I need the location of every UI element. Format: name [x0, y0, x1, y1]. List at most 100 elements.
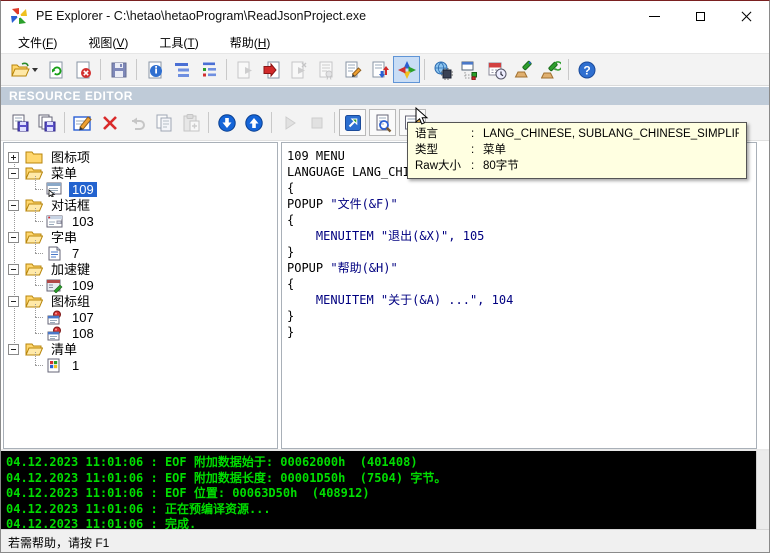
edit-resource-button[interactable]: [69, 109, 96, 136]
import-data-button[interactable]: [258, 56, 285, 83]
play-icon: [280, 113, 300, 133]
tree-item-dialogs[interactable]: 对话框: [4, 197, 277, 213]
tree-joint: [30, 357, 44, 373]
tree-item-accelerator-109[interactable]: 109: [4, 277, 277, 293]
move-down-button[interactable]: [213, 109, 240, 136]
save-file-icon: [109, 60, 129, 80]
tree-joint: [30, 309, 44, 325]
folder-closed-icon: [25, 149, 44, 165]
reload-file-button[interactable]: [42, 56, 69, 83]
paste-button[interactable]: [177, 109, 204, 136]
stop-button[interactable]: [303, 109, 330, 136]
save-all-resources-icon: [37, 113, 57, 133]
save-file-button[interactable]: [105, 56, 132, 83]
collapse-minus-icon[interactable]: [8, 232, 19, 243]
disassembler-icon: [433, 60, 453, 80]
expand-plus-icon[interactable]: [8, 152, 19, 163]
headers-list-button[interactable]: [168, 56, 195, 83]
save-resource-icon: [10, 113, 30, 133]
tree-item-dialog-103[interactable]: 103: [4, 213, 277, 229]
collapse-minus-icon[interactable]: [8, 344, 19, 355]
edit-document-button[interactable]: [339, 56, 366, 83]
log-console[interactable]: 04.12.2023 11:01:06 : EOF 附加数据始于: 000620…: [1, 451, 758, 529]
tree-item-menu-109[interactable]: 109: [4, 181, 277, 197]
menu-file[interactable]: 文件(F): [9, 32, 66, 53]
tree-item-strings[interactable]: 字串: [4, 229, 277, 245]
open-file-button[interactable]: [6, 56, 42, 83]
collapse-minus-icon[interactable]: [8, 264, 19, 275]
certificate-icon: [316, 60, 336, 80]
update-headers-button[interactable]: [366, 56, 393, 83]
code-line: {: [287, 276, 756, 292]
certificate-button[interactable]: [312, 56, 339, 83]
maximize-button[interactable]: [677, 1, 723, 31]
tree-item-accelerators[interactable]: 加速键: [4, 261, 277, 277]
status-text: 若需帮助，请按 F1: [8, 534, 109, 551]
stop-icon: [307, 113, 327, 133]
delete-resource-icon: [100, 113, 120, 133]
tree-item-icon-groups[interactable]: 图标组: [4, 293, 277, 309]
menu-help[interactable]: 帮助(H): [221, 32, 280, 53]
help-button[interactable]: ?: [573, 56, 600, 83]
mouse-cursor: [415, 107, 429, 127]
undo-button[interactable]: [123, 109, 150, 136]
minimize-button[interactable]: [631, 1, 677, 31]
search-resource-button[interactable]: [369, 109, 396, 136]
menu-tools[interactable]: 工具(T): [150, 32, 207, 53]
disassembler-button[interactable]: [429, 56, 456, 83]
resource-tree-panel[interactable]: 图标项 菜单 109: [3, 142, 278, 449]
code-line: POPUP "文件(&F)": [287, 196, 756, 212]
cleaner-rescan-button[interactable]: [537, 56, 564, 83]
dependency-scanner-icon: [460, 60, 480, 80]
collapse-minus-icon[interactable]: [8, 200, 19, 211]
save-all-resources-button[interactable]: [33, 109, 60, 136]
accelerator-resource-icon: [46, 277, 65, 293]
menu-bar: 文件(F) 视图(V) 工具(T) 帮助(H): [1, 31, 769, 53]
collapse-minus-icon[interactable]: [8, 296, 19, 307]
tree-item-manifest-1[interactable]: 1: [4, 357, 277, 373]
resource-viewer-button[interactable]: [393, 56, 420, 83]
tree-item-string-7[interactable]: 7: [4, 245, 277, 261]
file-info-button[interactable]: [141, 56, 168, 83]
resource-list-button[interactable]: [195, 56, 222, 83]
collapse-minus-icon[interactable]: [8, 168, 19, 179]
resource-source-panel[interactable]: 109 MENU LANGUAGE LANG_CHINESE, SUBLANG_…: [281, 142, 757, 449]
resource-editor-header: RESOURCE EDITOR: [1, 87, 769, 105]
log-line: 04.12.2023 11:01:06 : 完成.: [6, 517, 758, 529]
play-button[interactable]: [276, 109, 303, 136]
main-area: 图标项 菜单 109: [1, 142, 769, 450]
dependency-scanner-button[interactable]: [456, 56, 483, 83]
date-time-stamp-button[interactable]: [483, 56, 510, 83]
move-up-icon: [244, 113, 264, 133]
menu-resource-icon: [46, 181, 65, 197]
toolbar-separator: [208, 112, 209, 133]
toolbar-separator: [226, 59, 227, 80]
move-up-button[interactable]: [240, 109, 267, 136]
delete-resource-button[interactable]: [96, 109, 123, 136]
close-file-icon: [73, 60, 93, 80]
headers-list-icon: [172, 60, 192, 80]
expand-view-button[interactable]: [339, 109, 366, 136]
file-info-icon: [145, 60, 165, 80]
code-line: {: [287, 180, 756, 196]
edit-resource-icon: [72, 113, 94, 133]
tree-item-icon-group-107[interactable]: 107: [4, 309, 277, 325]
resource-editor-title: RESOURCE EDITOR: [9, 89, 133, 103]
tree-item-manifest[interactable]: 清单: [4, 341, 277, 357]
close-button[interactable]: [723, 1, 769, 31]
cleaner-button[interactable]: [510, 56, 537, 83]
save-resource-button[interactable]: [6, 109, 33, 136]
selected-tree-label: 109: [69, 182, 97, 197]
resource-list-icon: [199, 60, 219, 80]
console-scrollbar[interactable]: [756, 451, 769, 529]
tree-item-menus[interactable]: 菜单: [4, 165, 277, 181]
import-data-icon: [262, 60, 282, 80]
export-section-button[interactable]: [285, 56, 312, 83]
export-data-button[interactable]: [231, 56, 258, 83]
copy-button[interactable]: [150, 109, 177, 136]
tree-item-icon-entries[interactable]: 图标项: [4, 149, 277, 165]
tree-item-icon-group-108[interactable]: 108: [4, 325, 277, 341]
toolbar-separator: [100, 59, 101, 80]
close-file-button[interactable]: [69, 56, 96, 83]
menu-view[interactable]: 视图(V): [79, 32, 137, 53]
